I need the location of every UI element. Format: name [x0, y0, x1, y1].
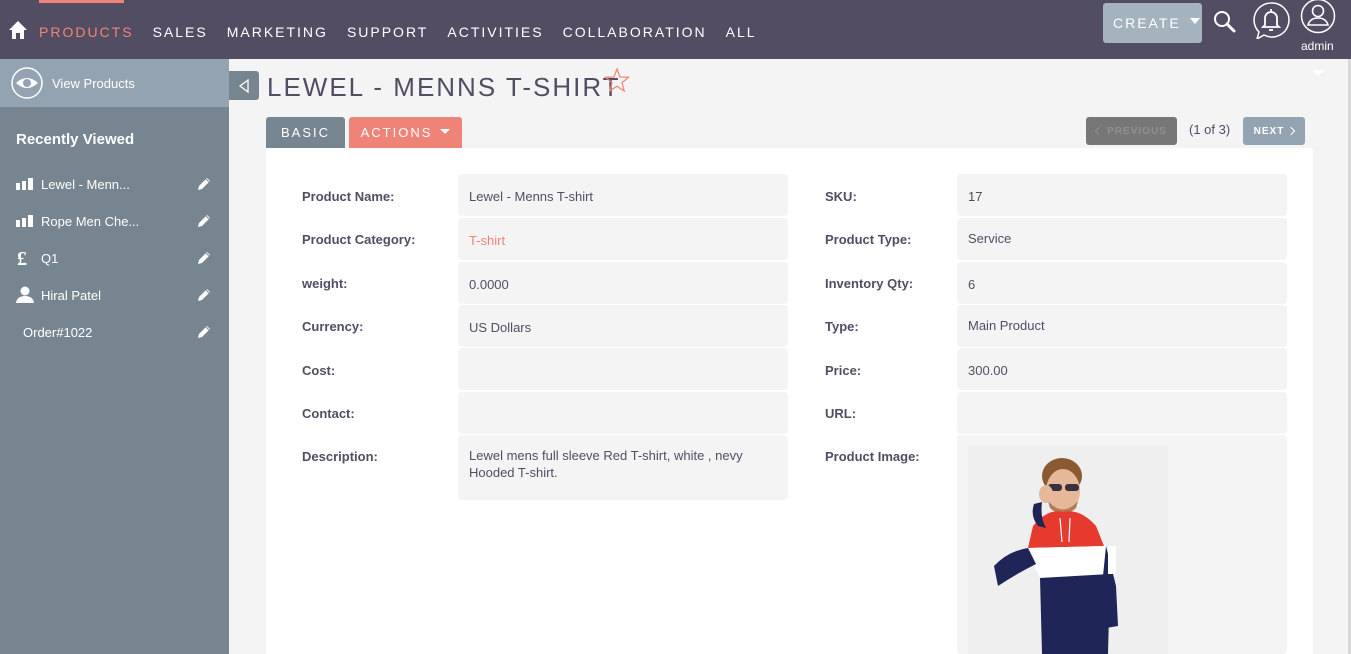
field-label-cost: Cost:: [302, 363, 336, 378]
triangle-left-icon: [238, 78, 249, 93]
view-products-label: View Products: [52, 75, 135, 91]
nav-item-activities[interactable]: ACTIVITIES: [447, 24, 543, 40]
field-value-contact[interactable]: [458, 392, 788, 434]
recently-viewed-heading: Recently Viewed: [16, 131, 135, 148]
search-icon[interactable]: [1213, 9, 1237, 33]
field-value-url[interactable]: [957, 392, 1287, 434]
field-label-product-image: Product Image:: [825, 449, 920, 464]
top-navigation: PRODUCTS SALES MARKETING SUPPORT ACTIVIT…: [0, 0, 1351, 59]
field-value-description[interactable]: Lewel mens full sleeve Red T-shirt, whit…: [458, 435, 788, 500]
previous-label: PREVIOUS: [1107, 125, 1167, 137]
pencil-edit-icon[interactable]: [196, 176, 212, 192]
recent-item-label: Rope Men Che...: [41, 214, 140, 229]
actions-dropdown-tab[interactable]: ACTIONS: [349, 117, 462, 148]
notifications-bell-icon[interactable]: [1252, 1, 1290, 39]
field-value-product-type[interactable]: Service: [957, 218, 1287, 260]
active-tab-indicator: [39, 0, 124, 3]
previous-button[interactable]: PREVIOUS: [1086, 117, 1177, 145]
recent-item-label: Lewel - Menn...: [41, 177, 130, 192]
field-label-sku: SKU:: [825, 189, 857, 204]
field-label-url: URL:: [825, 406, 857, 421]
next-label: NEXT: [1253, 125, 1285, 137]
field-label-description: Description:: [302, 449, 378, 464]
detail-panel: Product Name: Product Category: weight: …: [266, 148, 1313, 654]
page-title: LEWEL - MENNS T-SHIRT: [267, 72, 621, 102]
pencil-edit-icon[interactable]: [196, 324, 212, 340]
recent-item[interactable]: Lewel - Menn...: [0, 167, 229, 204]
field-label-price: Price:: [825, 363, 862, 378]
caret-down-icon: [1189, 18, 1200, 24]
nav-item-marketing[interactable]: MARKETING: [227, 24, 328, 40]
pencil-edit-icon[interactable]: [196, 213, 212, 229]
nav-item-products[interactable]: PRODUCTS: [39, 24, 134, 40]
field-value-price[interactable]: 300.00: [957, 348, 1287, 390]
field-value-inventory-qty[interactable]: 6: [957, 262, 1287, 304]
field-value-weight[interactable]: 0.0000: [458, 262, 788, 304]
product-image[interactable]: [968, 446, 1168, 654]
field-label-weight: weight:: [302, 276, 348, 291]
person-icon: [16, 286, 34, 303]
favorite-star-icon[interactable]: [604, 67, 630, 93]
field-label-inventory-qty: Inventory Qty:: [825, 276, 914, 291]
nav-item-collaboration[interactable]: COLLABORATION: [563, 24, 707, 40]
next-button[interactable]: NEXT: [1243, 117, 1305, 145]
tab-basic[interactable]: BASIC: [266, 117, 345, 148]
field-label-product-type: Product Type:: [825, 232, 912, 247]
field-label-product-category: Product Category:: [302, 232, 416, 247]
recent-item[interactable]: Rope Men Che...: [0, 204, 229, 241]
user-name-label[interactable]: admin: [1301, 39, 1334, 53]
products-bars-icon: [16, 178, 33, 190]
pencil-edit-icon[interactable]: [196, 287, 212, 303]
field-label-type: Type:: [825, 319, 859, 334]
user-menu-caret-icon[interactable]: [1312, 70, 1324, 76]
pencil-edit-icon[interactable]: [196, 250, 212, 266]
field-value-sku[interactable]: 17: [957, 174, 1287, 216]
product-category-link[interactable]: T-shirt: [458, 218, 788, 260]
eye-icon: [11, 67, 43, 99]
chevron-left-icon: [1094, 126, 1104, 136]
sidebar: View Products Recently Viewed Lewel - Me…: [0, 59, 229, 654]
recent-item-label: Order#1022: [23, 325, 93, 340]
actions-label: ACTIONS: [360, 125, 433, 140]
recently-viewed-list: Lewel - Menn... Rope Men Che... £ Q1 Hir…: [0, 167, 229, 352]
field-value-currency[interactable]: US Dollars: [458, 305, 788, 347]
nav-item-all[interactable]: ALL: [726, 24, 757, 40]
user-avatar-icon[interactable]: [1300, 0, 1336, 34]
sidebar-item-view-products[interactable]: View Products: [0, 59, 229, 107]
home-icon[interactable]: [8, 20, 28, 40]
svg-text:£: £: [17, 249, 27, 267]
create-button[interactable]: CREATE: [1103, 3, 1202, 43]
recent-item[interactable]: Order#1022: [0, 315, 229, 352]
field-value-product-name[interactable]: Lewel - Menns T-shirt: [458, 174, 788, 216]
recent-item[interactable]: Hiral Patel: [0, 278, 229, 315]
recent-item-label: Hiral Patel: [41, 288, 101, 303]
recent-item-label: Q1: [41, 251, 59, 266]
field-value-cost[interactable]: [458, 348, 788, 390]
field-value-type[interactable]: Main Product: [957, 305, 1287, 347]
caret-down-icon: [440, 128, 451, 134]
field-label-currency: Currency:: [302, 319, 364, 334]
record-count: (1 of 3): [1189, 122, 1231, 137]
chevron-right-icon: [1287, 126, 1296, 136]
module-menu: PRODUCTS SALES MARKETING SUPPORT ACTIVIT…: [39, 24, 776, 40]
field-label-product-name: Product Name:: [302, 189, 395, 204]
recent-item[interactable]: £ Q1: [0, 241, 229, 278]
nav-item-sales[interactable]: SALES: [153, 24, 208, 40]
sidebar-collapse-button[interactable]: [229, 71, 259, 100]
field-label-contact: Contact:: [302, 406, 355, 421]
create-label: CREATE: [1113, 15, 1181, 31]
nav-item-support[interactable]: SUPPORT: [347, 24, 428, 40]
products-bars-icon: [16, 215, 33, 227]
pound-icon: £: [17, 249, 27, 267]
